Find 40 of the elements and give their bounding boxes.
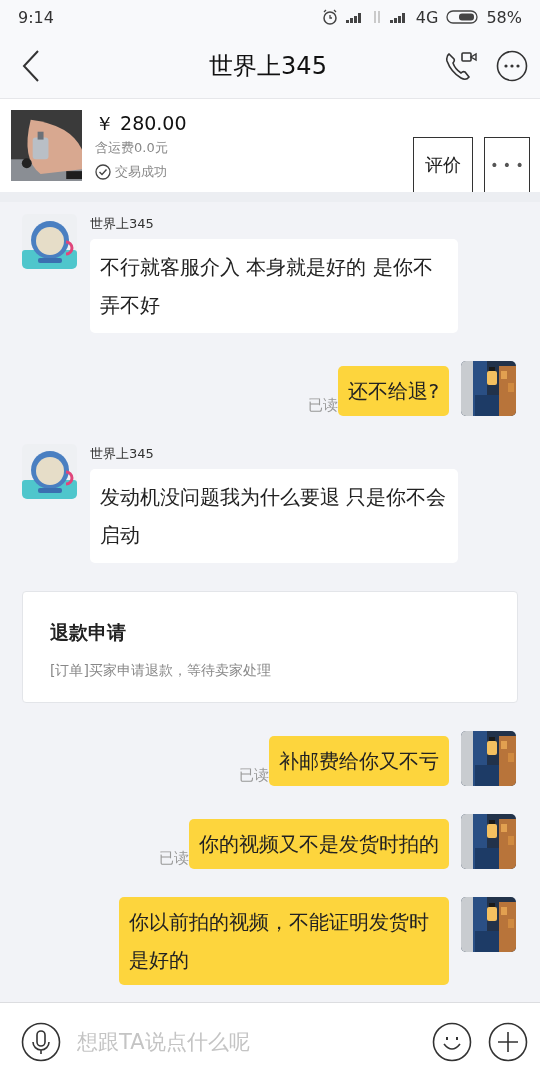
message-bubble: 你的视频又不是发货时拍的 bbox=[189, 819, 449, 869]
price: ￥ 280.00 bbox=[95, 111, 188, 136]
battery-level: 58% bbox=[486, 7, 522, 27]
refund-description: [订单]买家申请退款，等待卖家处理 bbox=[50, 662, 272, 680]
refund-card[interactable]: 退款申请 [订单]买家申请退款，等待卖家处理 bbox=[22, 591, 518, 703]
network-type: 4G bbox=[415, 7, 439, 27]
sender-name: 世界上345 bbox=[90, 215, 155, 233]
phone-video-icon bbox=[444, 50, 478, 82]
emoji-button[interactable] bbox=[432, 1021, 472, 1062]
message-bubble: 还不给退? bbox=[338, 366, 449, 416]
message-bubble: 你以前拍的视频，不能证明发货时是好的 bbox=[119, 897, 449, 985]
message-bubble: 不行就客服介入 本身就是好的 是你不弄不好 bbox=[90, 239, 458, 333]
read-receipt: 已读 bbox=[308, 396, 339, 415]
add-button[interactable] bbox=[488, 1021, 528, 1062]
call-button[interactable] bbox=[444, 50, 478, 82]
read-receipt: 已读 bbox=[239, 766, 269, 785]
more-actions-button[interactable]: • • • bbox=[484, 137, 530, 192]
clock-time: 9:14 bbox=[18, 7, 54, 27]
alarm-icon bbox=[321, 9, 338, 25]
check-icon bbox=[95, 164, 111, 180]
shipping-note: 含运费0.0元 bbox=[95, 139, 169, 157]
review-button[interactable]: 评价 bbox=[413, 137, 473, 192]
more-icon bbox=[496, 50, 528, 82]
refund-title: 退款申请 bbox=[50, 620, 127, 645]
message-bubble: 补邮费给你又不亏 bbox=[269, 736, 449, 786]
more-button[interactable] bbox=[496, 50, 528, 82]
signal-icon bbox=[345, 11, 364, 23]
signal-icon bbox=[389, 11, 408, 23]
voice-button[interactable] bbox=[21, 1021, 61, 1062]
smiley-icon bbox=[432, 1021, 472, 1062]
back-icon bbox=[20, 49, 42, 83]
battery-icon bbox=[446, 10, 479, 24]
microphone-icon bbox=[21, 1021, 61, 1062]
order-status: 交易成功 bbox=[115, 163, 167, 181]
back-button[interactable] bbox=[20, 49, 42, 83]
message-bubble: 发动机没问题我为什么要退 只是你不会启动 bbox=[90, 469, 458, 563]
plus-icon bbox=[488, 1021, 528, 1062]
sender-name: 世界上345 bbox=[90, 445, 155, 463]
chat-title: 世界上345 bbox=[208, 51, 328, 82]
read-receipt: 已读 bbox=[159, 849, 189, 868]
